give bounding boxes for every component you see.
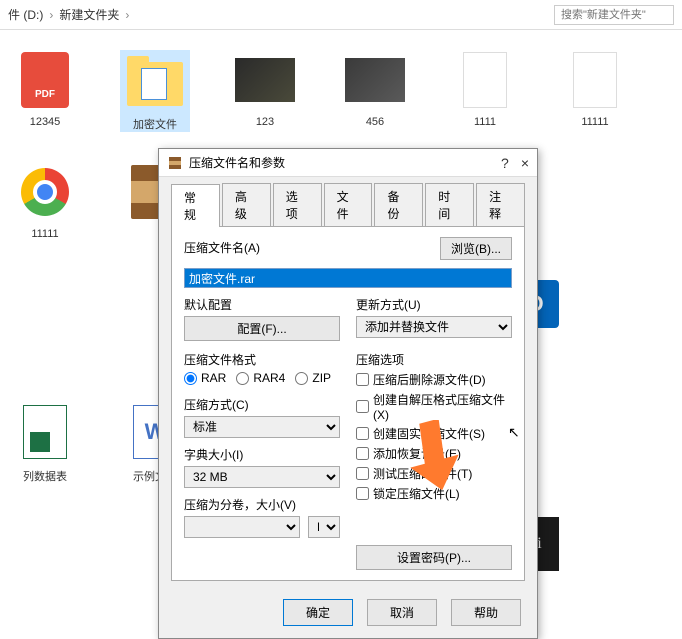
filename-input[interactable] [184, 268, 512, 288]
cancel-button[interactable]: 取消 [367, 599, 437, 626]
file-label: 11111 [581, 116, 608, 128]
file-label: 列数据表 [23, 468, 67, 484]
options-label: 压缩选项 [356, 351, 512, 368]
file-label: 123 [256, 116, 274, 128]
help-button[interactable]: ? [501, 155, 509, 171]
dict-select[interactable]: 32 MB [184, 466, 340, 488]
format-label: 压缩文件格式 [184, 351, 340, 368]
file-item[interactable]: 11111 [560, 50, 630, 132]
file-label: 加密文件 [133, 116, 177, 132]
file-icon [463, 52, 507, 108]
chevron-right-icon: › [125, 8, 129, 22]
help-button[interactable]: 帮助 [451, 599, 521, 626]
opt-sfx[interactable]: 创建自解压格式压缩文件(X) [356, 391, 512, 422]
chrome-icon [21, 168, 69, 216]
dialog-tabs: 常规 高级 选项 文件 备份 时间 注释 [159, 177, 537, 226]
default-config-label: 默认配置 [184, 296, 340, 313]
update-select[interactable]: 添加并替换文件 [356, 316, 512, 338]
tab-time[interactable]: 时间 [425, 183, 474, 226]
tab-files[interactable]: 文件 [324, 183, 373, 226]
chevron-right-icon: › [49, 8, 53, 22]
image-icon [235, 58, 295, 102]
tab-general[interactable]: 常规 [171, 184, 220, 227]
method-select[interactable]: 标准 [184, 416, 340, 438]
folder-icon [127, 62, 183, 106]
breadcrumb: 件 (D:) › 新建文件夹 › [0, 0, 682, 30]
file-icon [573, 52, 617, 108]
file-item[interactable]: 123 [230, 50, 300, 132]
rar-app-icon [167, 155, 183, 171]
format-rar[interactable]: RAR [184, 371, 226, 385]
search-input[interactable] [554, 5, 674, 25]
compress-dialog: 压缩文件名和参数 ? × 常规 高级 选项 文件 备份 时间 注释 压缩文件名(… [158, 148, 538, 639]
opt-delete-source[interactable]: 压缩后删除源文件(D) [356, 371, 512, 388]
file-label: 11111 [31, 228, 58, 240]
dialog-footer: 确定 取消 帮助 [159, 591, 537, 638]
pdf-icon [21, 52, 69, 108]
radio-rar[interactable] [184, 372, 197, 385]
file-item[interactable]: 加密文件 [120, 50, 190, 132]
radio-rar4[interactable] [236, 372, 249, 385]
image-icon [345, 58, 405, 102]
config-button[interactable]: 配置(F)... [184, 316, 340, 341]
radio-zip[interactable] [295, 372, 308, 385]
opt-test[interactable]: 测试压缩的文件(T) [356, 465, 512, 482]
file-item[interactable]: 456 [340, 50, 410, 132]
browse-button[interactable]: 浏览(B)... [440, 237, 512, 260]
dialog-title: 压缩文件名和参数 [189, 154, 501, 171]
set-password-button[interactable]: 设置密码(P)... [356, 545, 512, 570]
opt-lock[interactable]: 锁定压缩文件(L) [356, 485, 512, 502]
split-unit-select[interactable]: B [308, 516, 340, 538]
file-item[interactable]: 11111 [10, 162, 80, 244]
split-size-select[interactable] [184, 516, 300, 538]
file-label: 456 [366, 116, 384, 128]
opt-solid[interactable]: 创建固实压缩文件(S) [356, 425, 512, 442]
file-label: 1111 [474, 116, 496, 128]
file-item[interactable]: 列数据表 [10, 402, 80, 484]
format-rar4[interactable]: RAR4 [236, 371, 285, 385]
method-label: 压缩方式(C) [184, 396, 340, 413]
split-label: 压缩为分卷，大小(V) [184, 496, 340, 513]
dict-label: 字典大小(I) [184, 446, 340, 463]
close-button[interactable]: × [521, 155, 529, 171]
tab-comment[interactable]: 注释 [476, 183, 525, 226]
tab-options[interactable]: 选项 [273, 183, 322, 226]
tab-backup[interactable]: 备份 [374, 183, 423, 226]
file-item[interactable]: 1111 [450, 50, 520, 132]
update-label: 更新方式(U) [356, 296, 512, 313]
file-label: 12345 [30, 116, 61, 128]
breadcrumb-part[interactable]: 件 (D:) [8, 6, 43, 23]
breadcrumb-part[interactable]: 新建文件夹 [59, 6, 119, 23]
format-zip[interactable]: ZIP [295, 371, 331, 385]
dialog-body: 压缩文件名(A) 浏览(B)... 默认配置 配置(F)... 更新方式(U) … [171, 226, 525, 581]
dialog-titlebar[interactable]: 压缩文件名和参数 ? × [159, 149, 537, 177]
excel-icon [23, 405, 67, 459]
filename-label: 压缩文件名(A) [184, 239, 432, 256]
tab-advanced[interactable]: 高级 [222, 183, 271, 226]
ok-button[interactable]: 确定 [283, 599, 353, 626]
file-item[interactable]: 12345 [10, 50, 80, 132]
breadcrumb-path[interactable]: 件 (D:) › 新建文件夹 › [8, 6, 554, 23]
opt-recovery[interactable]: 添加恢复记录(E) [356, 445, 512, 462]
